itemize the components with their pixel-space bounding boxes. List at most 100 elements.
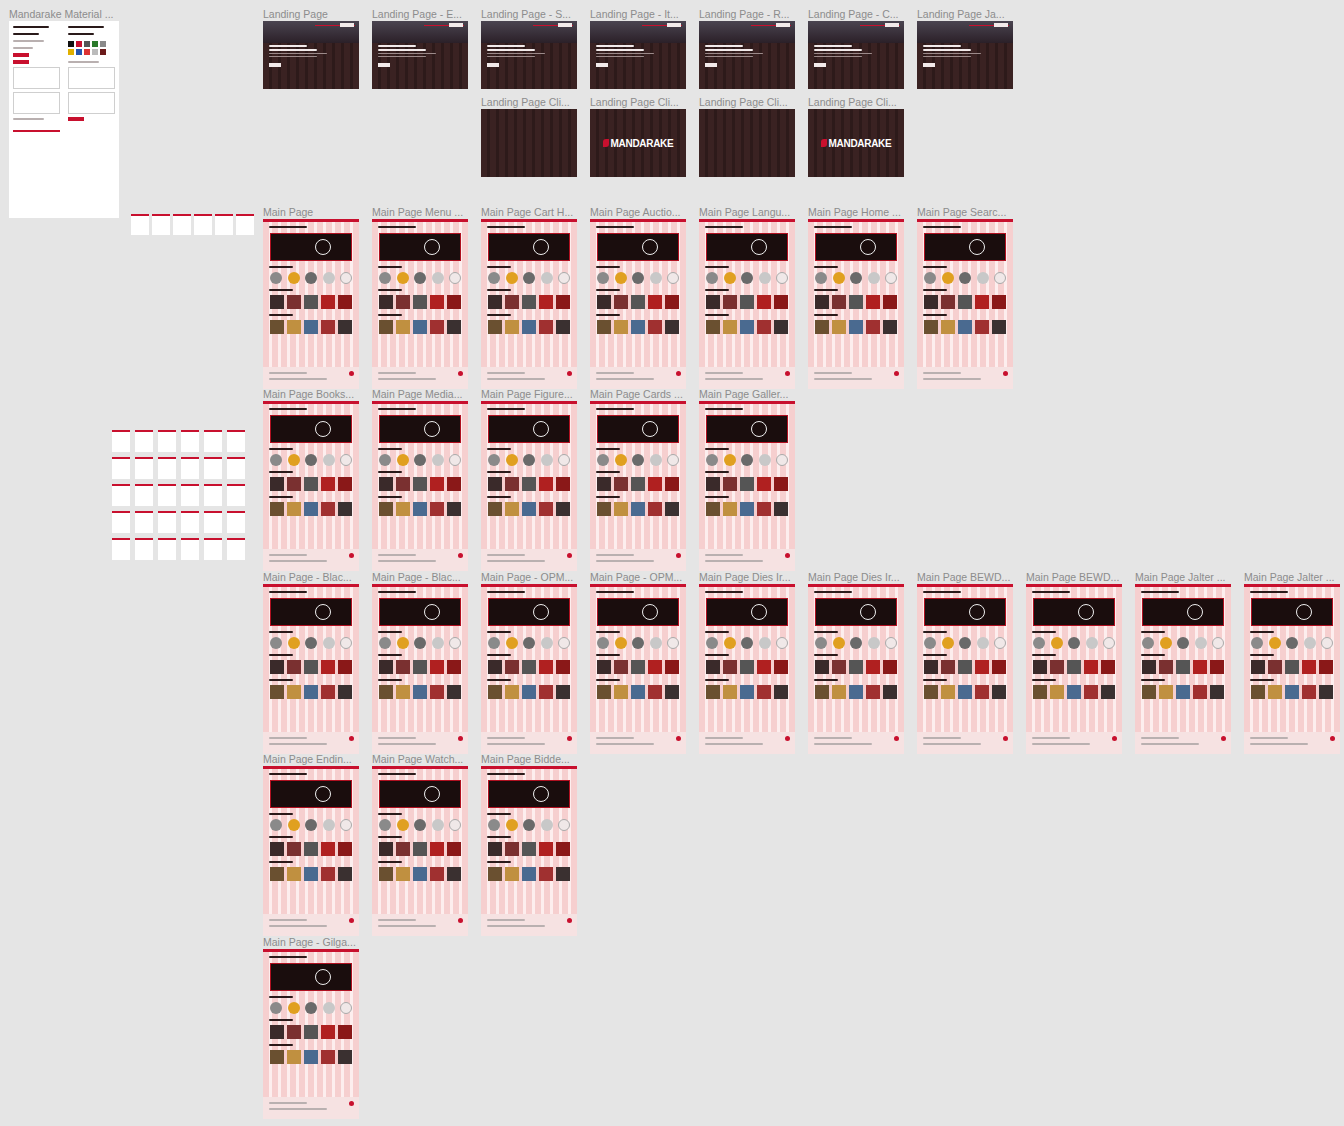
frame-label[interactable]: Main Page Galler... (699, 389, 795, 401)
artboard[interactable]: Main Page Bidde... (481, 754, 577, 936)
frame-label[interactable]: Landing Page - C... (808, 9, 904, 21)
artboard[interactable]: Landing Page Cli... (699, 97, 795, 177)
artboard[interactable]: Main Page Dies Ir... (808, 572, 904, 754)
artboard[interactable]: Main Page Cards ... (590, 389, 686, 571)
frame-label[interactable]: Main Page Books... (263, 389, 359, 401)
frame-label[interactable]: Main Page Watch... (372, 754, 468, 766)
component-card[interactable] (204, 430, 222, 452)
frame-label[interactable]: Main Page - OPM... (590, 572, 686, 584)
component-card[interactable] (204, 538, 222, 560)
component-card[interactable] (194, 214, 212, 235)
frame-label[interactable]: Landing Page Cli... (590, 97, 686, 109)
frame-label[interactable]: Main Page Jalter ... (1244, 572, 1340, 584)
component-card[interactable] (135, 511, 153, 533)
artboard[interactable]: Main Page Galler... (699, 389, 795, 571)
artboard[interactable]: Main Page Home ... (808, 207, 904, 389)
artboard[interactable]: Landing Page - C... (808, 9, 904, 89)
frame-label[interactable]: Landing Page Cli... (481, 97, 577, 109)
frame-label[interactable]: Landing Page - It... (590, 9, 686, 21)
artboard[interactable]: Main Page Jalter ... (1135, 572, 1231, 754)
component-group[interactable] (131, 214, 254, 235)
frame-label[interactable]: Main Page Home ... (808, 207, 904, 219)
frame-label[interactable]: Main Page Media... (372, 389, 468, 401)
frame-label[interactable]: Main Page Menu ... (372, 207, 468, 219)
artboard[interactable]: Landing Page Cli...MANDARAKE (808, 97, 904, 177)
artboard[interactable]: Landing Page - R... (699, 9, 795, 89)
frame-label[interactable]: Landing Page Cli... (808, 97, 904, 109)
frame-label[interactable]: Landing Page - S... (481, 9, 577, 21)
frame-label[interactable]: Main Page Figure... (481, 389, 577, 401)
frame-label[interactable]: Main Page Searc... (917, 207, 1013, 219)
component-card[interactable] (135, 538, 153, 560)
artboard[interactable]: Main Page - Gilga... (263, 937, 359, 1119)
frame-label[interactable]: Landing Page - R... (699, 9, 795, 21)
artboard[interactable]: Main Page BEWD... (1026, 572, 1122, 754)
artboard[interactable]: Landing Page - It... (590, 9, 686, 89)
frame-label[interactable]: Main Page Auctio... (590, 207, 686, 219)
component-card[interactable] (158, 538, 176, 560)
frame-label[interactable]: Main Page - Gilga... (263, 937, 359, 949)
component-card[interactable] (158, 511, 176, 533)
artboard[interactable]: Landing Page Cli... (481, 97, 577, 177)
styleguide-frame[interactable]: Mandarake Material ... (9, 9, 119, 218)
frame-label[interactable]: Landing Page (263, 9, 359, 21)
frame-label[interactable]: Main Page Langu... (699, 207, 795, 219)
component-card[interactable] (227, 538, 245, 560)
component-card[interactable] (227, 430, 245, 452)
frame-label[interactable]: Main Page Cart H... (481, 207, 577, 219)
frame-label[interactable]: Landing Page Ja... (917, 9, 1013, 21)
frame-label[interactable]: Main Page - OPM... (481, 572, 577, 584)
component-card[interactable] (158, 430, 176, 452)
artboard[interactable]: Main Page (263, 207, 359, 389)
artboard[interactable]: Main Page - OPM... (481, 572, 577, 754)
component-card[interactable] (135, 457, 153, 479)
artboard[interactable]: Main Page - Blac... (372, 572, 468, 754)
component-card[interactable] (227, 511, 245, 533)
component-card[interactable] (204, 457, 222, 479)
artboard[interactable]: Main Page Auctio... (590, 207, 686, 389)
artboard[interactable]: Main Page Jalter ... (1244, 572, 1340, 754)
artboard[interactable]: Main Page Menu ... (372, 207, 468, 389)
figma-canvas[interactable]: Mandarake Material ... Landing Page Landin… (0, 0, 1344, 1126)
frame-label[interactable]: Landing Page - E... (372, 9, 468, 21)
artboard[interactable]: Landing Page - S... (481, 9, 577, 89)
frame-label[interactable]: Main Page Endin... (263, 754, 359, 766)
artboard[interactable]: Main Page - OPM... (590, 572, 686, 754)
artboard[interactable]: Main Page Searc... (917, 207, 1013, 389)
frame-label[interactable]: Main Page BEWD... (917, 572, 1013, 584)
component-card[interactable] (158, 457, 176, 479)
artboard[interactable]: Landing Page Ja... (917, 9, 1013, 89)
artboard[interactable]: Main Page Endin... (263, 754, 359, 936)
frame-label[interactable]: Main Page Dies Ir... (699, 572, 795, 584)
component-group[interactable] (112, 430, 245, 560)
component-card[interactable] (158, 484, 176, 506)
frame-label[interactable]: Main Page Dies Ir... (808, 572, 904, 584)
component-card[interactable] (181, 457, 199, 479)
frame-label[interactable]: Main Page Bidde... (481, 754, 577, 766)
artboard[interactable]: Main Page - Blac... (263, 572, 359, 754)
component-card[interactable] (112, 430, 130, 452)
artboard[interactable]: Main Page Langu... (699, 207, 795, 389)
artboard[interactable]: Landing Page Cli...MANDARAKE (590, 97, 686, 177)
component-card[interactable] (173, 214, 191, 235)
artboard[interactable]: Landing Page (263, 9, 359, 89)
frame-label[interactable]: Landing Page Cli... (699, 97, 795, 109)
artboard[interactable]: Main Page BEWD... (917, 572, 1013, 754)
component-card[interactable] (152, 214, 170, 235)
component-card[interactable] (112, 457, 130, 479)
component-card[interactable] (227, 484, 245, 506)
artboard[interactable]: Main Page Books... (263, 389, 359, 571)
artboard[interactable]: Main Page Media... (372, 389, 468, 571)
frame-label[interactable]: Main Page Jalter ... (1135, 572, 1231, 584)
component-card[interactable] (181, 430, 199, 452)
component-card[interactable] (181, 484, 199, 506)
component-card[interactable] (112, 538, 130, 560)
component-card[interactable] (181, 538, 199, 560)
component-card[interactable] (204, 511, 222, 533)
frame-label[interactable]: Main Page (263, 207, 359, 219)
frame-label[interactable]: Main Page BEWD... (1026, 572, 1122, 584)
component-card[interactable] (112, 484, 130, 506)
component-card[interactable] (112, 511, 130, 533)
artboard[interactable]: Main Page Dies Ir... (699, 572, 795, 754)
component-card[interactable] (227, 457, 245, 479)
